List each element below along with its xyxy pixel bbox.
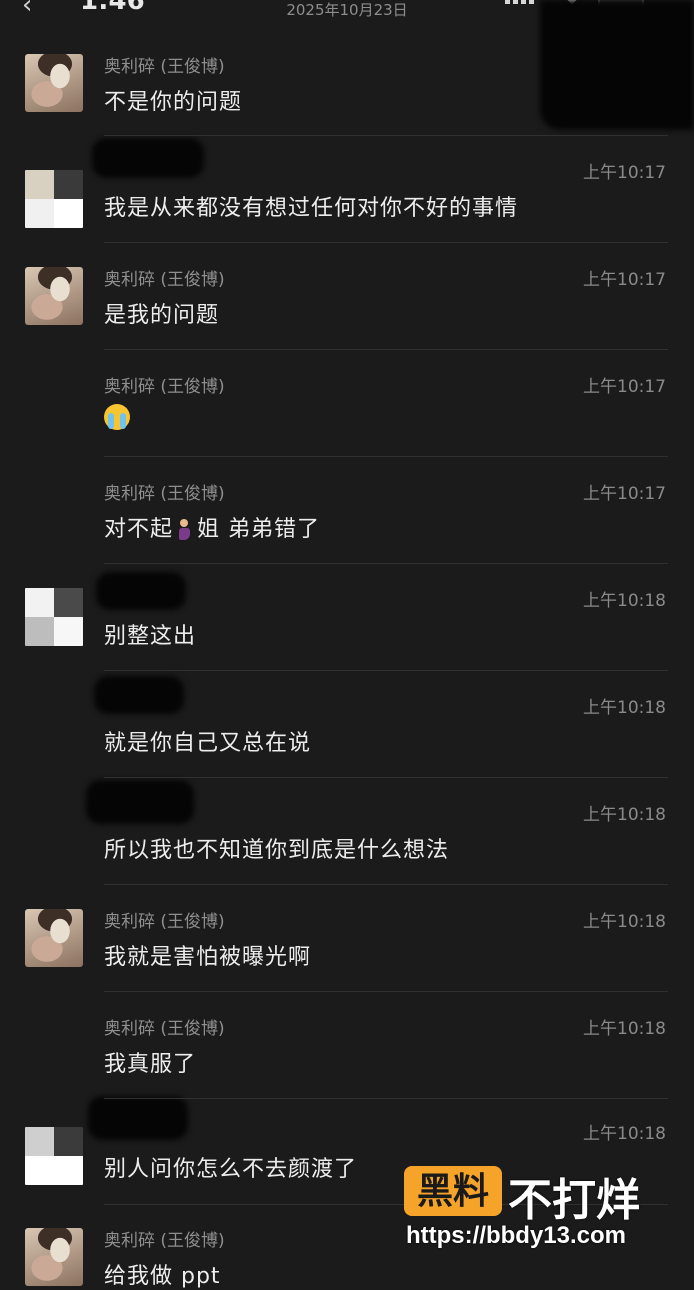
message-time: 上午10:18 xyxy=(583,698,666,718)
message-text: 所以我也不知道你到底是什么想法 xyxy=(104,838,450,863)
watermark-badge: 黑料 xyxy=(404,1166,502,1216)
message-time: 上午10:17 xyxy=(583,377,666,397)
redaction-mark xyxy=(540,0,694,130)
loudly-crying-face-icon xyxy=(104,404,130,430)
avatar[interactable] xyxy=(25,588,83,646)
divider xyxy=(104,135,668,136)
redaction-mark xyxy=(86,780,194,824)
message-time: 上午10:18 xyxy=(583,912,666,932)
sender-name: 奥利碎 (王俊博) xyxy=(104,1019,225,1039)
message-text: 给我做 ppt xyxy=(104,1264,221,1289)
divider xyxy=(104,884,668,885)
sender-name: 奥利碎 (王俊博) xyxy=(104,912,225,932)
message-text: 不是你的问题 xyxy=(104,90,243,115)
redaction-mark xyxy=(88,1096,188,1140)
message-text: 就是你自己又总在说 xyxy=(104,731,312,756)
sender-name: 奥利碎 (王俊博) xyxy=(104,484,225,504)
divider xyxy=(104,563,668,564)
message-time: 上午10:17 xyxy=(583,163,666,183)
watermark-url: https://bbdy13.com xyxy=(406,1222,627,1249)
message-emoji xyxy=(104,404,130,430)
redaction-mark xyxy=(92,138,204,178)
message-text: 别人问你怎么不去颜渡了 xyxy=(104,1157,358,1182)
message-text-part: 姐 弟弟错了 xyxy=(197,517,321,542)
message-time: 上午10:17 xyxy=(583,484,666,504)
signal-icon xyxy=(505,0,535,4)
message-text: 我是从来都没有想过任何对你不好的事情 xyxy=(104,196,519,221)
divider xyxy=(104,242,668,243)
message-time: 上午10:18 xyxy=(583,591,666,611)
sender-name: 奥利碎 (王俊博) xyxy=(104,270,225,290)
message-text: 是我的问题 xyxy=(104,303,220,328)
message-time: 上午10:18 xyxy=(583,1019,666,1039)
redaction-mark xyxy=(94,676,184,714)
sender-name: 奥利碎 (王俊博) xyxy=(104,377,225,397)
message-time: 上午10:17 xyxy=(583,270,666,290)
person-kneeling-icon xyxy=(177,519,193,541)
sender-name: 奥利碎 (王俊博) xyxy=(104,1231,225,1251)
redaction-mark xyxy=(96,572,186,610)
divider xyxy=(104,991,668,992)
watermark: 黑料 不打烊 https://bbdy13.com xyxy=(404,1166,674,1262)
divider xyxy=(104,777,668,778)
divider xyxy=(104,1098,668,1099)
avatar[interactable] xyxy=(25,1127,83,1185)
avatar[interactable] xyxy=(25,267,83,325)
message-time: 上午10:18 xyxy=(583,1124,666,1144)
divider xyxy=(104,670,668,671)
sender-name: 奥利碎 (王俊博) xyxy=(104,57,225,77)
message-text: 我就是害怕被曝光啊 xyxy=(104,945,312,970)
message-time: 上午10:18 xyxy=(583,805,666,825)
avatar[interactable] xyxy=(25,54,83,112)
avatar[interactable] xyxy=(25,1228,83,1286)
divider xyxy=(104,456,668,457)
divider xyxy=(104,349,668,350)
watermark-title: 不打烊 xyxy=(508,1175,640,1226)
message-text: 我真服了 xyxy=(104,1052,197,1077)
message-text-part: 对不起 xyxy=(104,517,174,542)
message-text: 别整这出 xyxy=(104,624,197,649)
avatar[interactable] xyxy=(25,909,83,967)
message-text: 对不起姐 弟弟错了 xyxy=(104,511,320,543)
avatar[interactable] xyxy=(25,170,83,228)
